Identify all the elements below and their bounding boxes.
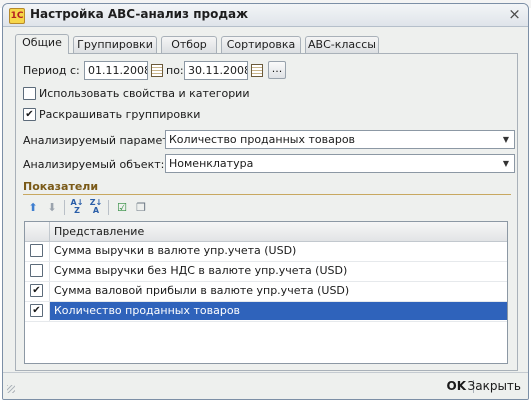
row-label: Сумма выручки без НДС в валюте упр.учета… <box>54 264 348 277</box>
toolbar-separator <box>64 200 65 215</box>
chevron-down-icon[interactable]: ▼ <box>499 132 513 147</box>
tab-abc-classes[interactable]: АВС-классы <box>305 36 379 53</box>
tab-filter[interactable]: Отбор <box>161 36 217 53</box>
object-label: Анализируемый объект: <box>23 158 165 171</box>
period-from-input[interactable]: 01.11.2008 <box>84 61 148 80</box>
calendar-to-icon[interactable] <box>251 64 263 77</box>
chevron-down-icon[interactable]: ▼ <box>499 156 513 171</box>
move-up-icon[interactable]: ⬆ <box>24 199 42 216</box>
period-to-input[interactable]: 30.11.2008 <box>184 61 248 80</box>
object-value: Номенклатура <box>169 157 254 170</box>
tab-groupings[interactable]: Группировки <box>73 36 157 53</box>
app-icon: 1С <box>9 8 25 24</box>
parameter-label: Анализируемый параметр: <box>23 134 180 147</box>
column-header-presentation[interactable]: Представление <box>50 222 507 241</box>
title-bar[interactable]: 1С Настройка ABC-анализ продаж × <box>3 4 528 27</box>
row-checkbox[interactable] <box>30 264 43 277</box>
period-select-button[interactable]: ... <box>268 61 286 79</box>
move-down-icon[interactable]: ⬇ <box>43 199 61 216</box>
dialog-window: 1С Настройка ABC-анализ продаж × Общие Г… <box>2 3 529 400</box>
table-header: Представление <box>25 222 507 242</box>
sort-asc-icon[interactable]: A↓ Z <box>68 199 86 216</box>
uncheck-all-icon[interactable]: ❐ <box>132 199 150 216</box>
period-to-label: по: <box>166 64 184 77</box>
indicators-table[interactable]: Представление Сумма выручки в валюте упр… <box>24 221 508 364</box>
row-checkbox[interactable]: ✔ <box>30 304 43 317</box>
color-groupings-label: Раскрашивать группировки <box>39 108 201 121</box>
calendar-from-icon[interactable] <box>151 64 163 77</box>
parameter-select[interactable]: Количество проданных товаров ▼ <box>165 130 515 149</box>
row-label: Сумма валовой прибыли в валюте упр.учета… <box>54 284 350 297</box>
sort-desc-icon[interactable]: Z↓ A <box>87 199 105 216</box>
toolbar-separator <box>108 200 109 215</box>
table-row-selected[interactable]: ✔ Количество проданных товаров <box>25 302 507 322</box>
parameter-value: Количество проданных товаров <box>169 133 356 146</box>
table-row[interactable]: Сумма выручки в валюте упр.учета (USD) <box>25 242 507 262</box>
close-button[interactable]: Закрыть <box>468 379 521 393</box>
table-row[interactable]: Сумма выручки без НДС в валюте упр.учета… <box>25 262 507 282</box>
indicators-section-title: Показатели <box>23 180 99 193</box>
tab-sorting[interactable]: Сортировка <box>221 36 301 53</box>
close-window-button[interactable]: × <box>506 6 523 23</box>
color-groupings-checkbox[interactable]: ✔ <box>23 108 36 121</box>
dialog-footer: OK Закрыть <box>3 372 528 399</box>
row-checkbox[interactable] <box>30 244 43 257</box>
row-label: Сумма выручки в валюте упр.учета (USD) <box>54 244 297 257</box>
row-checkbox[interactable]: ✔ <box>30 284 43 297</box>
use-properties-checkbox[interactable] <box>23 87 36 100</box>
check-all-icon[interactable]: ☑ <box>113 199 131 216</box>
object-select[interactable]: Номенклатура ▼ <box>165 154 515 173</box>
resize-grip-icon[interactable] <box>7 385 15 393</box>
row-label: Количество проданных товаров <box>50 302 507 320</box>
ok-button[interactable]: OK <box>447 379 467 393</box>
period-label: Период с: <box>23 64 80 77</box>
tab-panel-general: Период с: 01.11.2008 по: 30.11.2008 ... … <box>15 53 518 371</box>
use-properties-label: Использовать свойства и категории <box>39 87 250 100</box>
tab-general[interactable]: Общие <box>15 34 69 54</box>
section-divider <box>23 194 511 195</box>
table-row[interactable]: ✔ Сумма валовой прибыли в валюте упр.уче… <box>25 282 507 302</box>
window-title: Настройка ABC-анализ продаж <box>30 7 249 21</box>
